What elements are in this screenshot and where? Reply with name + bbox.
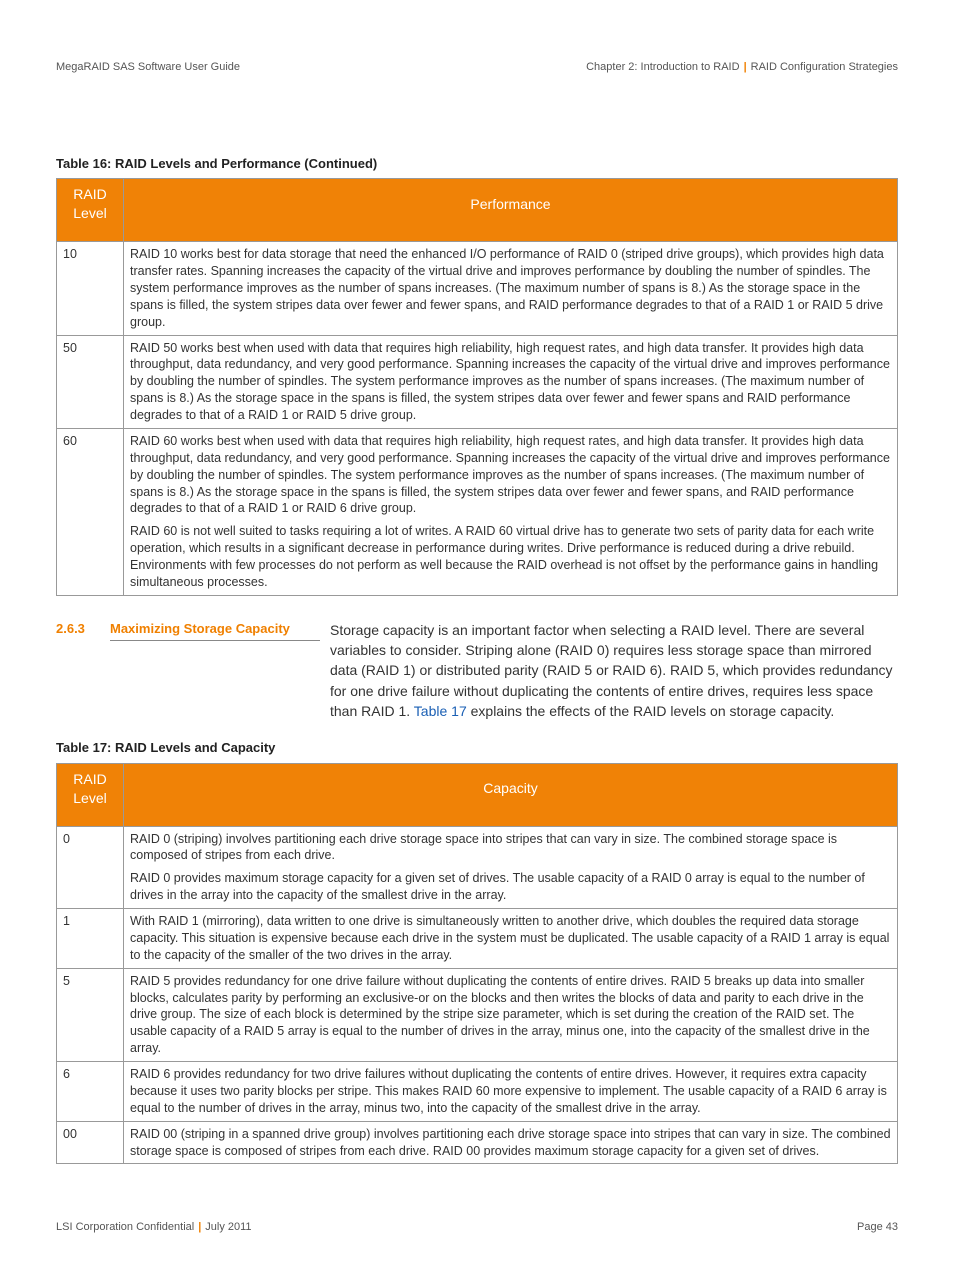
description-paragraph: RAID 0 (striping) involves partitioning … <box>130 831 891 865</box>
header-right: Chapter 2: Introduction to RAID|RAID Con… <box>586 60 898 75</box>
description-cell: RAID 60 works best when used with data t… <box>124 428 898 595</box>
footer-right: Page 43 <box>857 1220 898 1235</box>
header-left: MegaRAID SAS Software User Guide <box>56 60 240 75</box>
table17-row: 0RAID 0 (striping) involves partitioning… <box>57 826 898 909</box>
separator-icon: | <box>194 1221 205 1233</box>
raid-level-cell: 00 <box>57 1121 124 1164</box>
section-title: Maximizing Storage Capacity <box>110 620 320 642</box>
description-paragraph: RAID 50 works best when used with data t… <box>130 340 891 424</box>
raid-level-cell: 10 <box>57 242 124 335</box>
table17-row: 5RAID 5 provides redundancy for one driv… <box>57 968 898 1061</box>
page-footer: LSI Corporation Confidential|July 2011 P… <box>56 1220 898 1235</box>
table17-link[interactable]: Table 17 <box>414 703 467 719</box>
raid-level-cell: 6 <box>57 1062 124 1122</box>
raid-level-cell: 0 <box>57 826 124 909</box>
table16-row: 10RAID 10 works best for data storage th… <box>57 242 898 335</box>
table17-row: 00RAID 00 (striping in a spanned drive g… <box>57 1121 898 1164</box>
table17-header-capacity: Capacity <box>124 763 898 826</box>
section-number: 2.6.3 <box>56 620 110 638</box>
table17-row: 1With RAID 1 (mirroring), data written t… <box>57 909 898 969</box>
separator-icon: | <box>740 61 751 73</box>
description-cell: RAID 5 provides redundancy for one drive… <box>124 968 898 1061</box>
section-body: Storage capacity is an important factor … <box>320 620 898 721</box>
description-cell: RAID 10 works best for data storage that… <box>124 242 898 335</box>
description-cell: With RAID 1 (mirroring), data written to… <box>124 909 898 969</box>
raid-level-cell: 1 <box>57 909 124 969</box>
table17-caption: Table 17: RAID Levels and Capacity <box>56 739 898 757</box>
page-header: MegaRAID SAS Software User Guide Chapter… <box>56 60 898 75</box>
table16-row: 60RAID 60 works best when used with data… <box>57 428 898 595</box>
section-2-6-3: 2.6.3 Maximizing Storage Capacity Storag… <box>56 620 898 721</box>
footer-left: LSI Corporation Confidential|July 2011 <box>56 1220 252 1235</box>
description-cell: RAID 0 (striping) involves partitioning … <box>124 826 898 909</box>
table16: RAID Level Performance 10RAID 10 works b… <box>56 178 898 595</box>
table17: RAID Level Capacity 0RAID 0 (striping) i… <box>56 763 898 1165</box>
description-cell: RAID 50 works best when used with data t… <box>124 335 898 428</box>
description-paragraph: With RAID 1 (mirroring), data written to… <box>130 913 891 964</box>
raid-level-cell: 5 <box>57 968 124 1061</box>
description-paragraph: RAID 0 provides maximum storage capacity… <box>130 870 891 904</box>
table16-header-level: RAID Level <box>57 179 124 242</box>
table16-header-performance: Performance <box>124 179 898 242</box>
description-paragraph: RAID 6 provides redundancy for two drive… <box>130 1066 891 1117</box>
raid-level-cell: 50 <box>57 335 124 428</box>
description-paragraph: RAID 60 works best when used with data t… <box>130 433 891 517</box>
description-paragraph: RAID 00 (striping in a spanned drive gro… <box>130 1126 891 1160</box>
description-cell: RAID 00 (striping in a spanned drive gro… <box>124 1121 898 1164</box>
table17-row: 6RAID 6 provides redundancy for two driv… <box>57 1062 898 1122</box>
table17-header-level: RAID Level <box>57 763 124 826</box>
table16-caption: Table 16: RAID Levels and Performance (C… <box>56 155 898 173</box>
raid-level-cell: 60 <box>57 428 124 595</box>
description-paragraph: RAID 60 is not well suited to tasks requ… <box>130 523 891 591</box>
description-cell: RAID 6 provides redundancy for two drive… <box>124 1062 898 1122</box>
table16-row: 50RAID 50 works best when used with data… <box>57 335 898 428</box>
description-paragraph: RAID 10 works best for data storage that… <box>130 246 891 330</box>
description-paragraph: RAID 5 provides redundancy for one drive… <box>130 973 891 1057</box>
